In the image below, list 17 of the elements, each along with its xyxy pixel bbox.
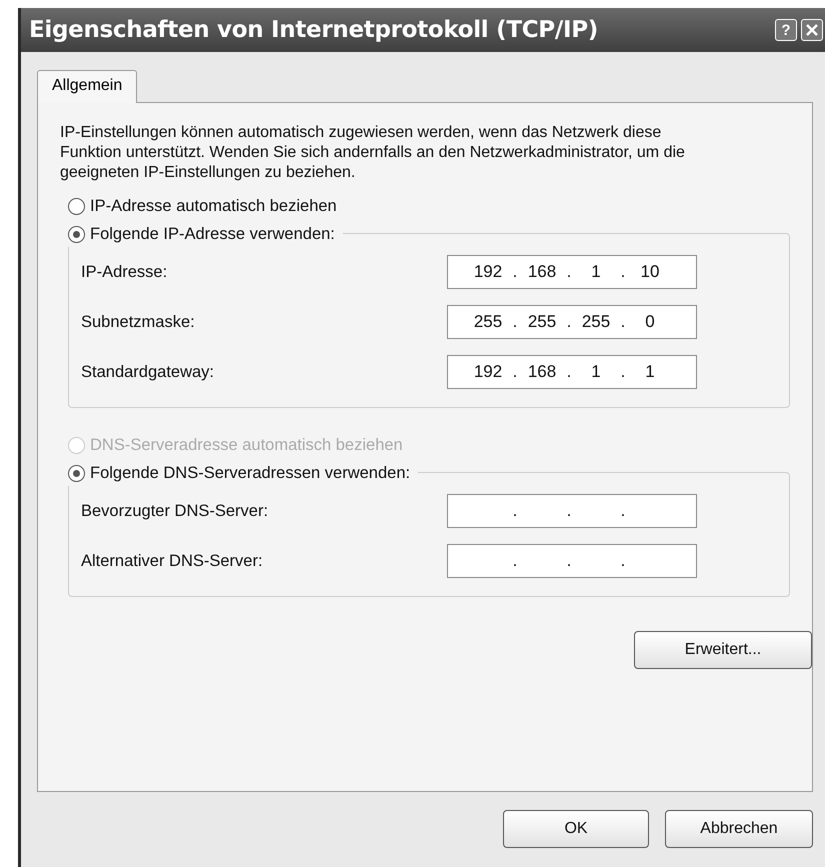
field-label: IP-Adresse: [81, 262, 168, 282]
ip-address-field[interactable]: 255 . 255 . 255 . 0 [447, 305, 697, 339]
ip-address-field[interactable]: . . . [447, 544, 697, 578]
field-label: Subnetzmaske: [81, 312, 196, 332]
window-title: Eigenschaften von Internetprotokoll (TCP/IP) [29, 17, 599, 43]
advanced-button[interactable]: Erweitert... [634, 631, 812, 669]
tab[interactable]: Allgemein [37, 70, 138, 103]
field-label: Standardgateway: [81, 362, 216, 382]
dialog-button[interactable]: OK [503, 810, 649, 848]
intro-text: IP-Einstellungen können automatisch zugewiesen werden, wenn das Netzwerk diese Funktion unterstützt. Wenden Sie sich andernfalls an den Netzwerkadministrator, um die geeigneten IP-Einstellungen zu beziehen. [60, 123, 686, 183]
ip-address-field[interactable]: 192 . 168 . 1 . 1 [447, 355, 697, 389]
dialog-button[interactable]: Abbrechen [665, 810, 813, 848]
ip-address-field[interactable]: . . . [447, 494, 697, 528]
ip-address-field[interactable]: 192 . 168 . 1 . 10 [447, 255, 697, 289]
field-label: Bevorzugter DNS-Server: [81, 502, 270, 520]
field-label: Alternativer DNS-Server: [81, 552, 264, 570]
help-button[interactable]: ? [775, 19, 797, 41]
